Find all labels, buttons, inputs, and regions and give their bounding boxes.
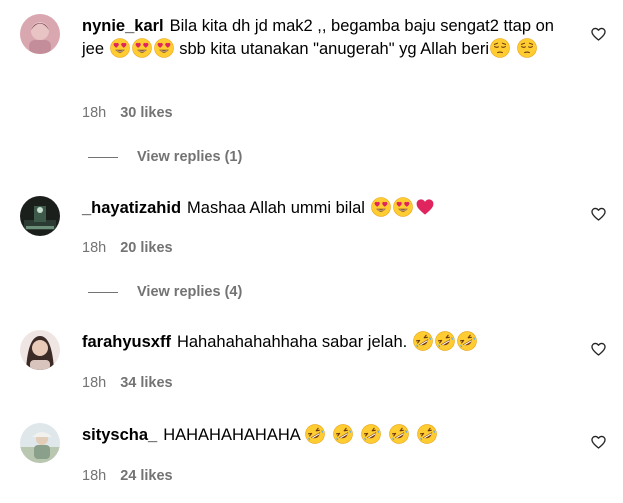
rofl-emoji bbox=[389, 424, 409, 444]
heart-outline-icon[interactable] bbox=[590, 341, 607, 357]
rofl-emoji bbox=[457, 331, 477, 351]
comment-username[interactable]: nynie_karl bbox=[82, 17, 164, 35]
heart-outline-icon[interactable] bbox=[590, 26, 607, 42]
comment-meta: 18h 34 likes bbox=[82, 374, 173, 392]
view-replies-label: View replies (4) bbox=[137, 284, 243, 300]
comment-timestamp[interactable]: 18h bbox=[82, 240, 106, 256]
view-replies-label: View replies (1) bbox=[137, 149, 243, 165]
replies-divider-line bbox=[88, 291, 118, 293]
pensive-emoji bbox=[490, 38, 510, 58]
heart-eyes-emoji bbox=[371, 197, 391, 217]
heart-outline-icon[interactable] bbox=[590, 206, 607, 222]
heart-eyes-emoji bbox=[154, 38, 174, 58]
comment-body: Mashaa Allah ummi bilal bbox=[187, 199, 365, 217]
comment-text: farahyusxff Hahahahahahhaha sabar jelah. bbox=[82, 331, 577, 354]
comment-likes-count[interactable]: 24 likes bbox=[120, 468, 172, 484]
rofl-emoji bbox=[361, 424, 381, 444]
avatar-hayatizahid[interactable] bbox=[20, 196, 60, 236]
comment-meta: 18h 20 likes bbox=[82, 239, 173, 257]
avatar-nynie-karl[interactable] bbox=[20, 14, 60, 54]
comment-body: Hahahahahahhaha sabar jelah. bbox=[176, 333, 408, 351]
red-heart-emoji bbox=[415, 197, 435, 217]
heart-outline-icon[interactable] bbox=[590, 434, 607, 450]
rofl-emoji bbox=[435, 331, 455, 351]
pensive-emoji bbox=[517, 38, 537, 58]
comment-body: HAHAHAHAHAHA bbox=[163, 426, 300, 444]
comment-timestamp[interactable]: 18h bbox=[82, 468, 106, 484]
view-replies-button[interactable]: View replies (1) bbox=[88, 148, 242, 166]
heart-eyes-emoji bbox=[110, 38, 130, 58]
heart-eyes-emoji bbox=[132, 38, 152, 58]
rofl-emoji bbox=[305, 424, 325, 444]
rofl-emoji bbox=[417, 424, 437, 444]
comment-timestamp[interactable]: 18h bbox=[82, 105, 106, 121]
replies-divider-line bbox=[88, 156, 118, 158]
comment-username[interactable]: _hayatizahid bbox=[82, 199, 181, 217]
comment-text: sityscha_ HAHAHAHAHAHA bbox=[82, 424, 577, 447]
comment-username[interactable]: farahyusxff bbox=[82, 333, 171, 351]
comment-body-continued: sbb kita utanakan "anugerah" yg Allah be… bbox=[179, 40, 490, 58]
comment-text: nynie_karl Bila kita dh jd mak2 ,, begamb… bbox=[82, 15, 577, 61]
avatar-sityscha[interactable] bbox=[20, 423, 60, 463]
rofl-emoji bbox=[333, 424, 353, 444]
comment-text: _hayatizahid Mashaa Allah ummi bilal bbox=[82, 197, 577, 220]
avatar-farahyusxff[interactable] bbox=[20, 330, 60, 370]
rofl-emoji bbox=[413, 331, 433, 351]
comment-likes-count[interactable]: 30 likes bbox=[120, 105, 172, 121]
comment-username[interactable]: sityscha_ bbox=[82, 426, 157, 444]
comment-meta: 18h 30 likes bbox=[82, 104, 173, 122]
comment-likes-count[interactable]: 34 likes bbox=[120, 375, 172, 391]
view-replies-button[interactable]: View replies (4) bbox=[88, 283, 242, 301]
comment-meta: 18h 24 likes bbox=[82, 467, 173, 485]
heart-eyes-emoji bbox=[393, 197, 413, 217]
comment-timestamp[interactable]: 18h bbox=[82, 375, 106, 391]
comment-likes-count[interactable]: 20 likes bbox=[120, 240, 172, 256]
